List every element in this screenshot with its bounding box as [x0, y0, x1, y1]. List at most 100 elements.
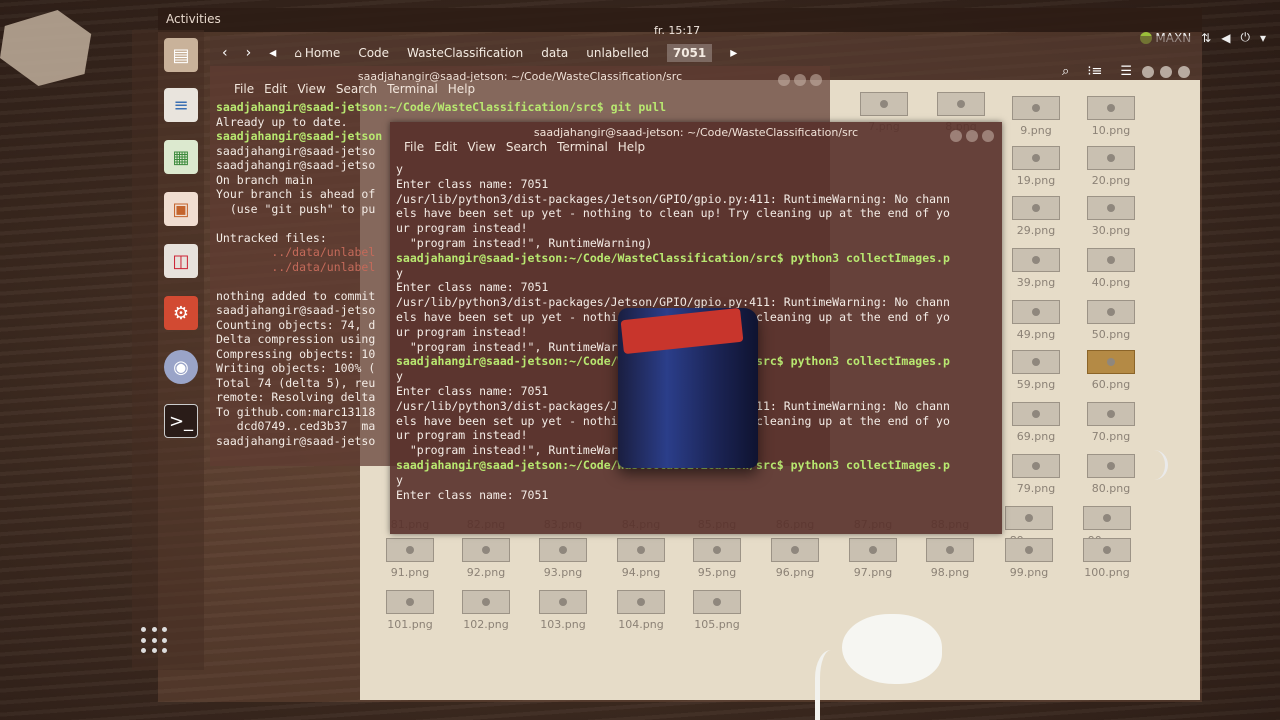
file-thumbnail[interactable] — [1012, 146, 1060, 170]
file-thumbnail[interactable] — [926, 538, 974, 562]
file-thumbnail[interactable] — [462, 590, 510, 614]
menu-view[interactable]: View — [297, 82, 325, 96]
files-app-icon[interactable]: ▤ — [164, 38, 198, 72]
scroll-left-icon[interactable]: ◂ — [269, 45, 276, 61]
menu-search[interactable]: Search — [506, 140, 547, 154]
file-thumbnail[interactable] — [1012, 300, 1060, 324]
file-thumbnail[interactable] — [617, 538, 665, 562]
file-thumbnail[interactable] — [617, 590, 665, 614]
breadcrumb-home[interactable]: ⌂ Home — [294, 46, 340, 60]
scroll-right-icon[interactable]: ▸ — [730, 45, 737, 61]
maximize-button[interactable] — [966, 130, 978, 142]
file-thumbnail[interactable] — [771, 538, 819, 562]
close-button[interactable] — [810, 74, 822, 86]
file-name-label: 59.png — [1016, 378, 1056, 391]
menu-view[interactable]: View — [467, 140, 495, 154]
file-thumbnail[interactable] — [1012, 454, 1060, 478]
software-center-icon[interactable]: ◫ — [164, 244, 198, 278]
close-button[interactable] — [1178, 66, 1190, 78]
file-thumbnail[interactable] — [539, 590, 587, 614]
file-thumbnail[interactable] — [386, 538, 434, 562]
terminal-window-controls — [950, 130, 994, 142]
menu-edit[interactable]: Edit — [434, 140, 457, 154]
breadcrumb-code[interactable]: Code — [358, 46, 389, 60]
file-thumbnail[interactable] — [1012, 248, 1060, 272]
back-icon[interactable]: ‹ — [222, 45, 228, 61]
volume-icon: ◀ — [1221, 30, 1231, 45]
file-thumbnail[interactable] — [937, 92, 985, 116]
file-thumbnail[interactable] — [693, 538, 741, 562]
menu-search[interactable]: Search — [336, 82, 377, 96]
impress-icon[interactable]: ▣ — [164, 192, 198, 226]
writer-icon[interactable]: ≡ — [164, 88, 198, 122]
file-thumbnail[interactable] — [693, 590, 741, 614]
menu-icon[interactable]: ☰ — [1120, 64, 1132, 79]
file-thumbnail[interactable] — [1012, 196, 1060, 220]
file-name-label: 79.png — [1016, 482, 1056, 495]
terminal-menu-bar: File Edit View Search Terminal Help — [404, 140, 645, 154]
dock: ▤ ≡ ▦ ▣ ◫ ⚙ ◉ >_ — [132, 30, 204, 670]
menu-help[interactable]: Help — [618, 140, 645, 154]
menu-edit[interactable]: Edit — [264, 82, 287, 96]
file-thumbnail[interactable] — [462, 538, 510, 562]
file-thumbnail[interactable] — [1087, 454, 1135, 478]
file-thumbnail[interactable] — [1012, 96, 1060, 120]
file-thumbnail[interactable] — [1005, 506, 1053, 530]
settings-icon[interactable]: ⚙ — [164, 296, 198, 330]
file-thumbnail[interactable] — [1087, 96, 1135, 120]
minimize-button[interactable] — [778, 74, 790, 86]
file-thumbnail[interactable] — [1083, 506, 1131, 530]
file-name-label: 93.png — [543, 566, 583, 579]
terminal-line: els have been set up yet - nothing to cl… — [396, 206, 950, 221]
minimize-button[interactable] — [950, 130, 962, 142]
file-window-controls — [1142, 66, 1190, 78]
file-name-label: 70.png — [1091, 430, 1131, 443]
file-name-label: 104.png — [618, 618, 664, 631]
file-thumbnail[interactable] — [1087, 402, 1135, 426]
file-name-label: 100.png — [1084, 566, 1130, 579]
menu-terminal[interactable]: Terminal — [557, 140, 608, 154]
view-options-icon[interactable]: ⁝≡ — [1087, 64, 1102, 79]
file-thumbnail[interactable] — [849, 538, 897, 562]
white-paint-streak — [1140, 450, 1168, 480]
maximize-button[interactable] — [1160, 66, 1172, 78]
breadcrumb-unlabelled[interactable]: unlabelled — [586, 46, 649, 60]
terminal-line: y — [396, 472, 403, 487]
file-thumbnail[interactable] — [1087, 248, 1135, 272]
file-name-label: 10.png — [1091, 124, 1131, 137]
file-thumbnail[interactable] — [539, 538, 587, 562]
calc-icon[interactable]: ▦ — [164, 140, 198, 174]
file-thumbnail[interactable] — [1087, 196, 1135, 220]
menu-terminal[interactable]: Terminal — [387, 82, 438, 96]
breadcrumb-data[interactable]: data — [541, 46, 568, 60]
terminal-line: saadjahangir@saad-jetson:~/Code/WasteCla… — [396, 250, 950, 265]
close-button[interactable] — [982, 130, 994, 142]
white-paint-drip — [815, 650, 855, 720]
minimize-button[interactable] — [1142, 66, 1154, 78]
terminal-line: Enter class name: 7051 — [396, 487, 549, 502]
disc-icon[interactable]: ◉ — [164, 350, 198, 384]
activities-button[interactable]: Activities — [166, 12, 221, 26]
menu-file[interactable]: File — [404, 140, 424, 154]
file-thumbnail[interactable] — [386, 590, 434, 614]
maximize-button[interactable] — [794, 74, 806, 86]
file-thumbnail[interactable] — [1083, 538, 1131, 562]
file-thumbnail[interactable] — [1087, 146, 1135, 170]
menu-help[interactable]: Help — [448, 82, 475, 96]
file-thumbnail[interactable] — [1012, 350, 1060, 374]
terminal-app-icon[interactable]: >_ — [164, 404, 198, 438]
terminal-line: Enter class name: 7051 — [396, 176, 549, 191]
menu-file[interactable]: File — [234, 82, 254, 96]
file-thumbnail[interactable] — [1005, 538, 1053, 562]
file-thumbnail[interactable] — [1087, 350, 1135, 374]
forward-icon[interactable]: › — [246, 45, 252, 61]
show-applications-icon[interactable] — [141, 627, 169, 655]
file-name-label: 94.png — [621, 566, 661, 579]
file-name-label: 95.png — [697, 566, 737, 579]
file-thumbnail[interactable] — [860, 92, 908, 116]
search-icon[interactable]: ⌕ — [1062, 64, 1069, 79]
breadcrumb-wasteclassification[interactable]: WasteClassification — [407, 46, 523, 60]
file-thumbnail[interactable] — [1012, 402, 1060, 426]
breadcrumb-7051[interactable]: 7051 — [666, 44, 713, 62]
file-thumbnail[interactable] — [1087, 300, 1135, 324]
